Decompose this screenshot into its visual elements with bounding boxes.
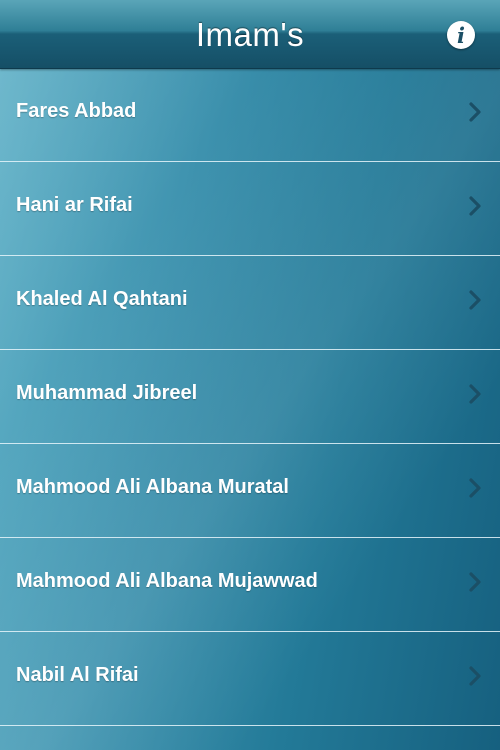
list-item[interactable]: Khaled Al Qahtani bbox=[0, 256, 500, 350]
list-item[interactable]: Mahmood Ali Albana Mujawwad bbox=[0, 538, 500, 632]
list-item[interactable]: Mahmood Ali Albana Muratal bbox=[0, 444, 500, 538]
list-item-label: Hani ar Rifai bbox=[16, 194, 133, 216]
list-item-label: Fares Abbad bbox=[16, 100, 137, 122]
list-item-label: Muhammad Jibreel bbox=[16, 382, 198, 404]
screen: Imam's i Fares Abbad Hani ar Rifai Khale… bbox=[0, 0, 500, 750]
imam-list: Fares Abbad Hani ar Rifai Khaled Al Qaht… bbox=[0, 68, 500, 726]
chevron-right-icon bbox=[469, 666, 481, 686]
list-item[interactable]: Fares Abbad bbox=[0, 68, 500, 162]
info-icon: i bbox=[457, 23, 465, 48]
list-item[interactable]: Muhammad Jibreel bbox=[0, 350, 500, 444]
chevron-right-icon bbox=[469, 290, 481, 310]
chevron-right-icon bbox=[469, 478, 481, 498]
list-item[interactable]: Hani ar Rifai bbox=[0, 162, 500, 256]
list-item-label: Khaled Al Qahtani bbox=[16, 288, 188, 310]
chevron-right-icon bbox=[469, 102, 481, 122]
list-item-label: Mahmood Ali Albana Muratal bbox=[16, 476, 289, 498]
navigation-bar: Imam's i bbox=[0, 0, 500, 69]
list-item-label: Mahmood Ali Albana Mujawwad bbox=[16, 570, 318, 592]
info-button[interactable]: i bbox=[447, 21, 475, 49]
chevron-right-icon bbox=[469, 196, 481, 216]
chevron-right-icon bbox=[469, 384, 481, 404]
list-item[interactable]: Nabil Al Rifai bbox=[0, 632, 500, 726]
page-title: Imam's bbox=[195, 16, 305, 53]
chevron-right-icon bbox=[469, 572, 481, 592]
list-item-label: Nabil Al Rifai bbox=[16, 664, 139, 686]
